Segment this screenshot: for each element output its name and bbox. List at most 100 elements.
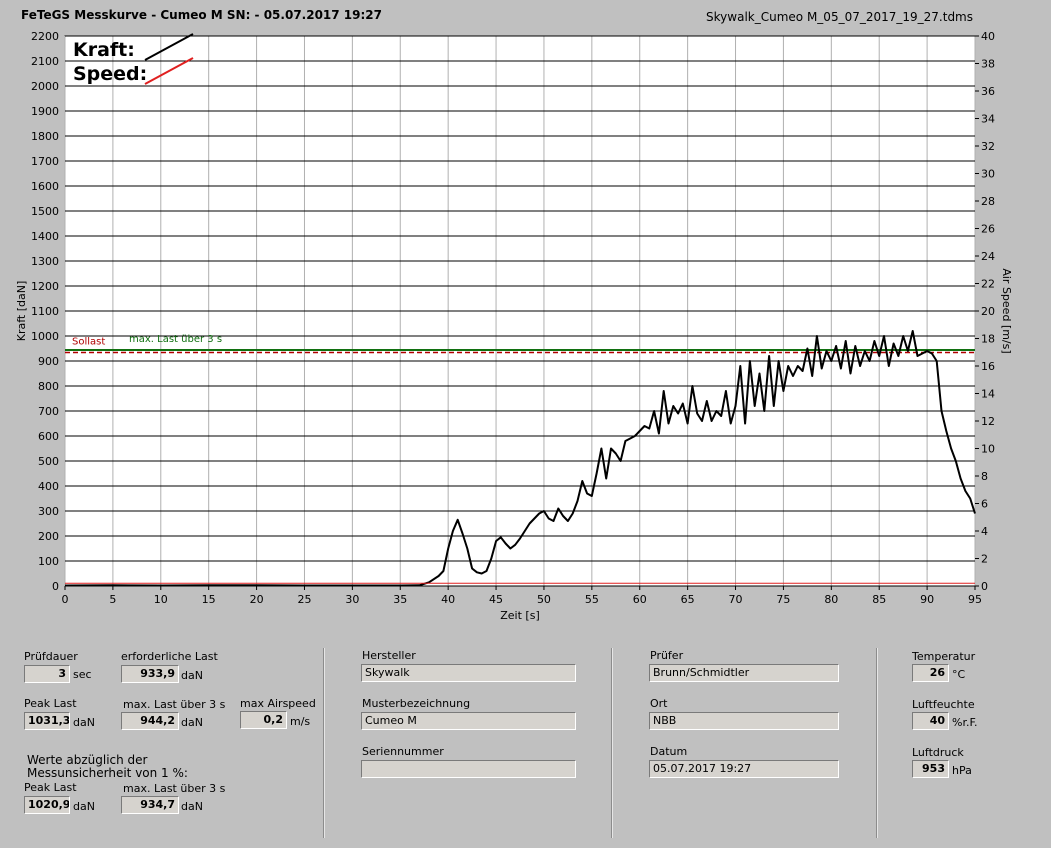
y-tick-label: 0 xyxy=(52,580,59,593)
druck-label: Luftdruck xyxy=(912,746,964,759)
x-tick-label: 75 xyxy=(776,593,790,606)
y2-tick-label: 8 xyxy=(981,470,988,483)
muster-label: Musterbezeichnung xyxy=(362,697,471,710)
peak-last-unit: daN xyxy=(73,716,95,729)
legend-label: Speed: xyxy=(73,63,147,85)
y-tick-label: 500 xyxy=(38,455,59,468)
druck-value: 953 xyxy=(912,760,949,778)
peak-last2-unit: daN xyxy=(73,800,95,813)
max-last-value: 944,2 xyxy=(121,712,179,730)
y-tick-label: 1800 xyxy=(31,130,59,143)
max-airspeed-label: max Airspeed xyxy=(240,697,316,710)
x-tick-label: 80 xyxy=(824,593,838,606)
x-tick-label: 0 xyxy=(62,593,69,606)
max-last-line-label: max. Last über 3 s xyxy=(129,334,222,345)
pruefer-field: Brunn/Schmidtler xyxy=(649,664,839,682)
y2-tick-label: 26 xyxy=(981,223,995,236)
hersteller-label: Hersteller xyxy=(362,649,416,662)
y-tick-label: 2000 xyxy=(31,80,59,93)
y-tick-label: 1700 xyxy=(31,155,59,168)
temp-unit: °C xyxy=(952,668,966,681)
y2-tick-label: 22 xyxy=(981,278,995,291)
x-tick-label: 95 xyxy=(968,593,982,606)
y2-tick-label: 20 xyxy=(981,305,995,318)
x-tick-label: 25 xyxy=(297,593,311,606)
x-tick-label: 65 xyxy=(681,593,695,606)
datum-label: Datum xyxy=(650,745,688,758)
hersteller-field: Skywalk xyxy=(361,664,576,682)
peak-last-label: Peak Last xyxy=(24,697,77,710)
serien-field xyxy=(361,760,576,778)
y2-tick-label: 6 xyxy=(981,498,988,511)
y-tick-label: 1500 xyxy=(31,205,59,218)
x-tick-label: 15 xyxy=(202,593,216,606)
x-tick-label: 35 xyxy=(393,593,407,606)
peak-last-value: 1031,3 xyxy=(24,712,70,730)
y-tick-label: 1100 xyxy=(31,305,59,318)
feuchte-value: 40 xyxy=(912,712,949,730)
y-tick-label: 300 xyxy=(38,505,59,518)
max-last2-value: 934,7 xyxy=(121,796,179,814)
temp-value: 26 xyxy=(912,664,949,682)
y2-tick-label: 34 xyxy=(981,113,995,126)
max-last-unit: daN xyxy=(181,716,203,729)
muster-field: Cumeo M xyxy=(361,712,576,730)
x-tick-label: 85 xyxy=(872,593,886,606)
y-tick-label: 2100 xyxy=(31,55,59,68)
separator xyxy=(876,648,878,838)
y2-tick-label: 40 xyxy=(981,30,995,43)
pruefdauer-label: Prüfdauer xyxy=(24,650,78,663)
x-tick-label: 90 xyxy=(920,593,934,606)
y2-tick-label: 0 xyxy=(981,580,988,593)
druck-unit: hPa xyxy=(952,764,972,777)
peak-last2-label: Peak Last xyxy=(24,781,77,794)
legend-label: Kraft: xyxy=(73,39,135,61)
max-last2-unit: daN xyxy=(181,800,203,813)
temp-label: Temperatur xyxy=(912,650,976,663)
pruefer-label: Prüfer xyxy=(650,649,684,662)
separator xyxy=(611,648,613,838)
pruefdauer-unit: sec xyxy=(73,668,92,681)
x-tick-label: 45 xyxy=(489,593,503,606)
erf-last-label: erforderliche Last xyxy=(121,650,218,663)
y-tick-label: 600 xyxy=(38,430,59,443)
y-tick-label: 400 xyxy=(38,480,59,493)
x-tick-label: 55 xyxy=(585,593,599,606)
y2-axis-title: Air Speed [m/s] xyxy=(1000,268,1013,353)
feuchte-unit: %r.F. xyxy=(952,716,978,729)
erf-last-value: 933,9 xyxy=(121,665,179,683)
note-line-2: Messunsicherheit von 1 %: xyxy=(27,766,188,780)
y2-tick-label: 32 xyxy=(981,140,995,153)
sollast-label: Sollast xyxy=(72,337,105,348)
y-tick-label: 1200 xyxy=(31,280,59,293)
y2-tick-label: 24 xyxy=(981,250,995,263)
max-last2-label: max. Last über 3 s xyxy=(123,782,226,795)
x-tick-label: 40 xyxy=(441,593,455,606)
y-tick-label: 1300 xyxy=(31,255,59,268)
y2-tick-label: 2 xyxy=(981,553,988,566)
x-tick-label: 50 xyxy=(537,593,551,606)
max-airspeed-unit: m/s xyxy=(290,715,311,728)
x-tick-label: 10 xyxy=(154,593,168,606)
max-last-label: max. Last über 3 s xyxy=(123,698,226,711)
y2-tick-label: 30 xyxy=(981,168,995,181)
ort-field: NBB xyxy=(649,712,839,730)
y2-tick-label: 4 xyxy=(981,525,988,538)
y-tick-label: 1400 xyxy=(31,230,59,243)
y-tick-label: 1000 xyxy=(31,330,59,343)
max-airspeed-value: 0,2 xyxy=(240,711,287,729)
peak-last2-value: 1020,9 xyxy=(24,796,70,814)
separator xyxy=(323,648,325,838)
y2-tick-label: 28 xyxy=(981,195,995,208)
feuchte-label: Luftfeuchte xyxy=(912,698,975,711)
y-tick-label: 200 xyxy=(38,530,59,543)
y2-tick-label: 12 xyxy=(981,415,995,428)
ort-label: Ort xyxy=(650,697,668,710)
x-tick-label: 5 xyxy=(109,593,116,606)
y-tick-label: 1600 xyxy=(31,180,59,193)
y-tick-label: 900 xyxy=(38,355,59,368)
x-tick-label: 70 xyxy=(729,593,743,606)
y2-tick-label: 38 xyxy=(981,58,995,71)
x-tick-label: 30 xyxy=(345,593,359,606)
y-tick-label: 2200 xyxy=(31,30,59,43)
